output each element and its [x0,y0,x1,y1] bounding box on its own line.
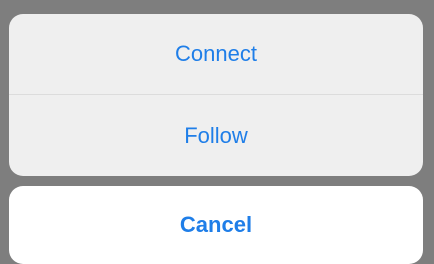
connect-label: Connect [175,41,257,66]
cancel-button[interactable]: Cancel [9,186,423,264]
cancel-label: Cancel [179,212,253,237]
action-sheet-group: Connect Follow [9,14,423,176]
follow-button[interactable]: Follow [9,95,423,176]
connect-button[interactable]: Connect [9,14,423,95]
follow-label: Follow [184,122,248,148]
